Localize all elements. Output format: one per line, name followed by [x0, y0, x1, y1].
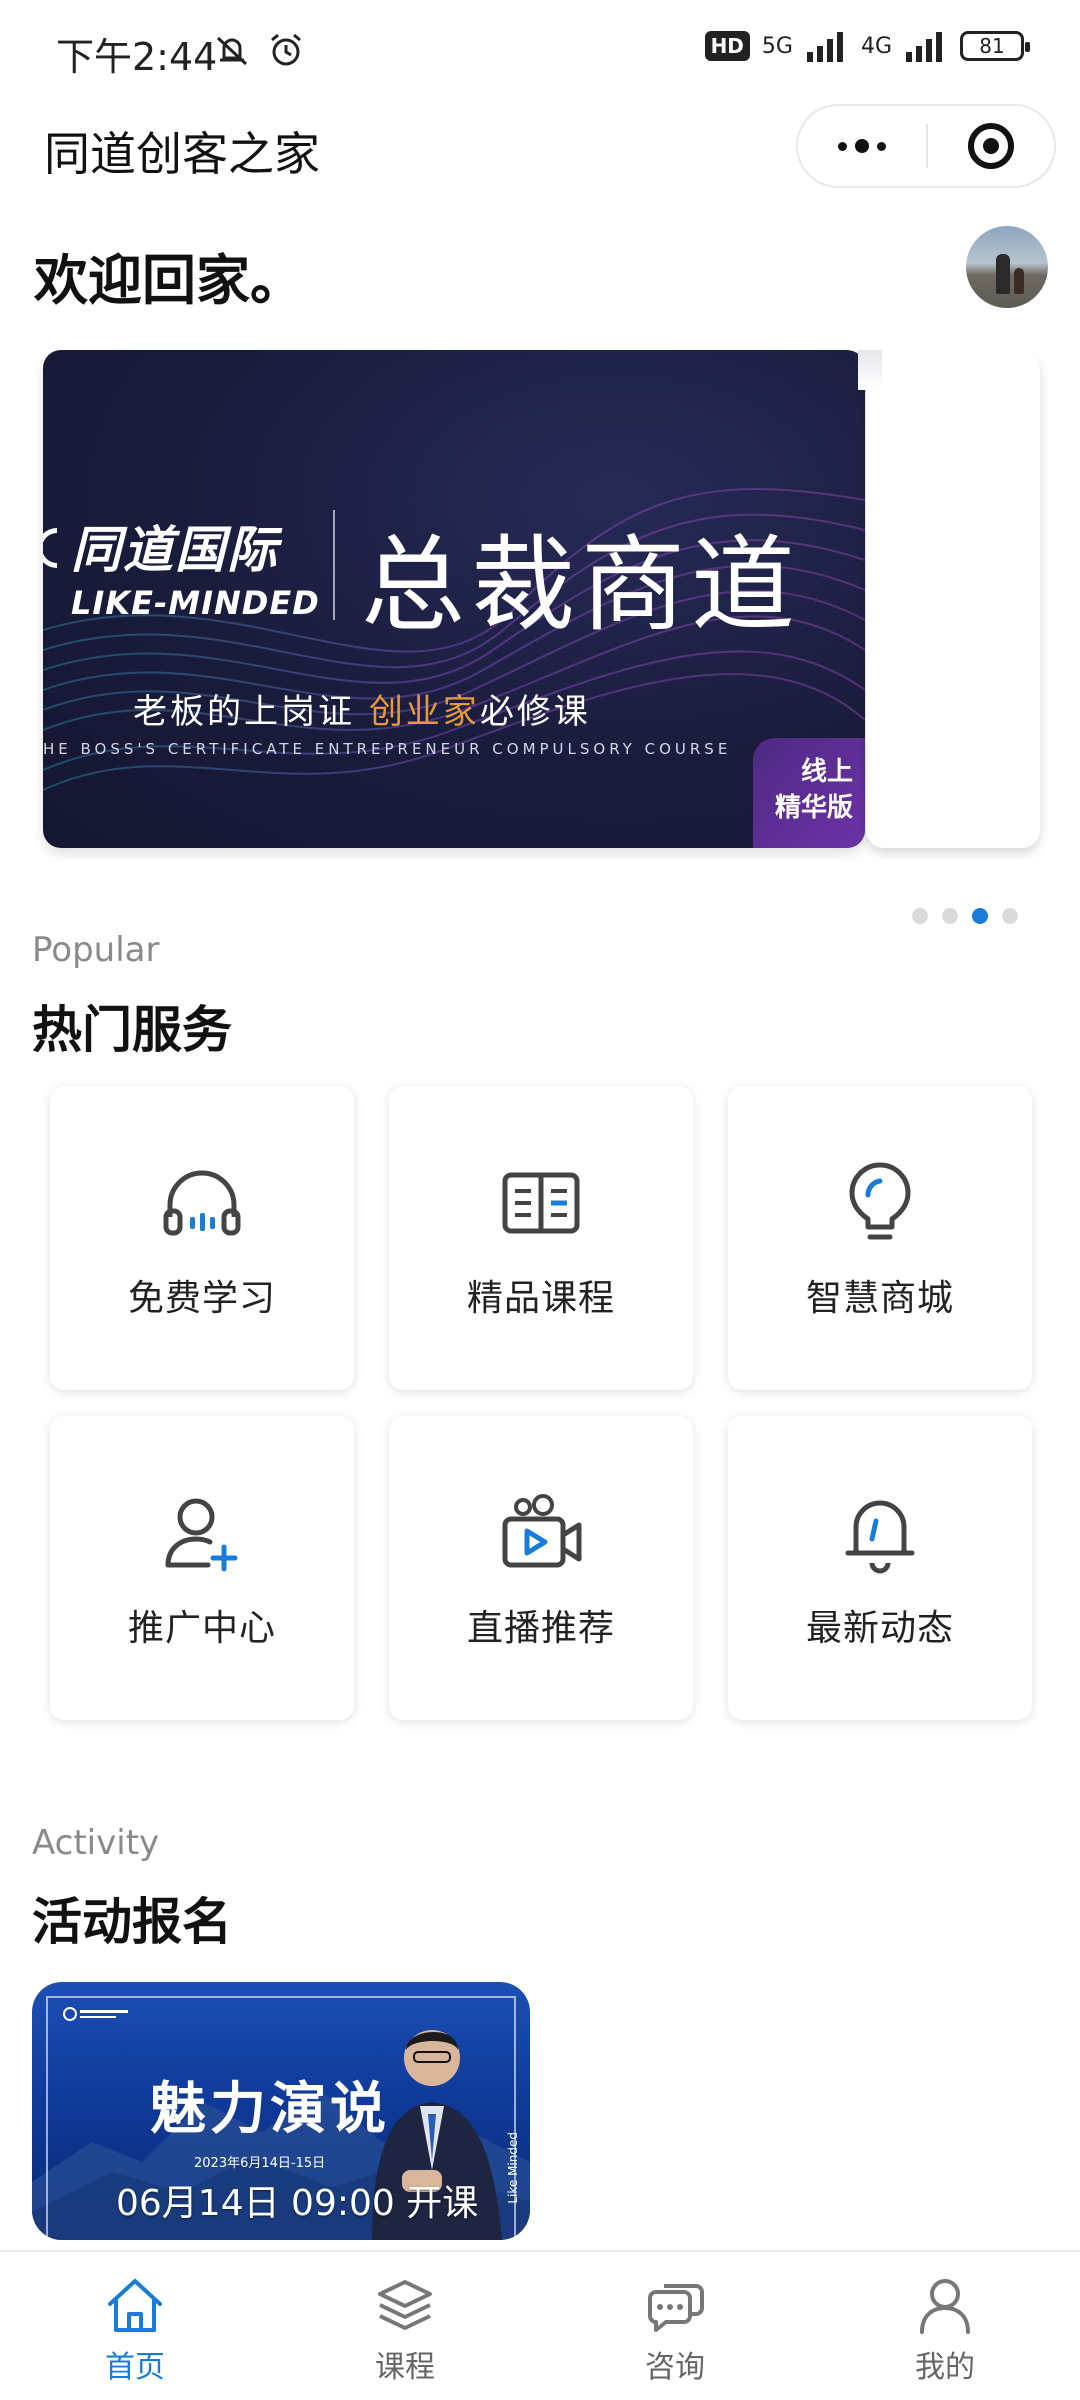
signal-4g-label: 4G — [860, 33, 892, 59]
chat-icon — [648, 2284, 704, 2332]
service-label: 精品课程 — [466, 1278, 615, 1319]
tab-mine[interactable]: 我的 — [810, 2252, 1080, 2400]
carousel-dot-active[interactable] — [972, 908, 988, 924]
more-button[interactable] — [798, 106, 926, 186]
banner-logo-zh: 同道国际 — [71, 521, 279, 579]
banner-next-slide[interactable] — [858, 350, 1040, 848]
tab-label: 课程 — [375, 2350, 435, 2385]
tab-consult[interactable]: 咨询 — [540, 2252, 810, 2400]
activity-date: 2023年6月14日-15日 — [194, 2156, 326, 2171]
banner-divider — [333, 510, 335, 620]
banner-subtitle-pre: 老板的上岗证 — [133, 692, 369, 732]
welcome-heading: 欢迎回家。 — [34, 249, 304, 312]
service-premium-courses[interactable]: 精品课程 — [389, 1086, 693, 1390]
signal-5g-label: 5G — [761, 33, 793, 59]
bell-icon — [845, 1500, 915, 1574]
banner-subtitle-post: 必修课 — [479, 692, 591, 732]
carousel-dot[interactable] — [942, 908, 958, 924]
service-label: 推广中心 — [127, 1608, 276, 1649]
more-dot-icon — [855, 139, 869, 153]
signal-icon — [806, 32, 843, 62]
alarm-icon — [271, 33, 301, 66]
carousel-indicator — [912, 908, 1018, 924]
headphones-icon — [163, 1170, 241, 1236]
banner-tag: 线上 精华版 — [753, 738, 865, 848]
service-smart-mall[interactable]: 智慧商城 — [728, 1086, 1032, 1390]
activity-title: 魅力演说 — [150, 2077, 390, 2142]
user-plus-icon — [165, 1498, 238, 1572]
service-live-recommend[interactable]: 直播推荐 — [389, 1416, 693, 1720]
banner-tag-line1: 线上 — [800, 757, 853, 787]
more-dot-icon — [877, 141, 886, 151]
service-promotion-center[interactable]: 推广中心 — [50, 1416, 354, 1720]
tab-label: 咨询 — [645, 2350, 705, 2385]
popular-section-title: 热门服务 — [32, 1001, 232, 1059]
close-button[interactable] — [928, 106, 1054, 186]
service-grid: 免费学习 精品课程 智慧商城 推广中心 直播推荐 最新动态 — [50, 1086, 1034, 1720]
activity-section-label: Activity — [32, 1823, 160, 1863]
video-camera-icon — [502, 1494, 582, 1568]
app-header: 同道创客之家 — [0, 100, 1080, 210]
activity-side-text: Like Minded — [506, 2132, 520, 2204]
banner-title: 总裁商道 — [361, 524, 802, 646]
tab-label: 我的 — [915, 2350, 975, 2385]
banner-subtitle-highlight: 创业家 — [368, 692, 480, 732]
status-bar: 下午2:44 HD 5G 4G 81 — [0, 0, 1080, 100]
brand-logo-icon — [63, 2007, 128, 2021]
capsule-menu — [796, 104, 1056, 188]
user-icon — [920, 2279, 970, 2334]
signal-icon-2 — [906, 32, 942, 62]
banner-slide[interactable]: 同道国际 LIKE-MINDED 总裁商道 老板的上岗证 创业家必修课 HE B… — [43, 350, 865, 848]
service-label: 免费学习 — [127, 1278, 276, 1319]
activity-card[interactable]: 魅力演说 2023年6月14日-15日 Like Minded 06月14日 0… — [32, 1982, 530, 2240]
tab-courses[interactable]: 课程 — [270, 2252, 540, 2400]
service-label: 智慧商城 — [805, 1278, 954, 1319]
battery-icon: 81 — [960, 31, 1030, 61]
service-label: 直播推荐 — [466, 1608, 615, 1649]
service-label: 最新动态 — [805, 1608, 954, 1649]
popular-section-label: Popular — [32, 930, 160, 970]
activity-section-title: 活动报名 — [32, 1893, 232, 1951]
banner-logo-en: LIKE-MINDED — [71, 584, 320, 622]
bottom-tab-bar: 首页 课程 咨询 我的 — [0, 2250, 1080, 2400]
brand-logo-icon — [43, 528, 57, 568]
activity-logo — [62, 2006, 132, 2026]
more-dot-icon — [838, 141, 847, 151]
banner-subtitle-en: HE BOSS'S CERTIFICATE ENTREPRENEUR COMPU… — [43, 740, 732, 758]
mute-icon — [216, 36, 248, 66]
layers-icon — [378, 2280, 432, 2330]
status-notification-icons — [212, 30, 306, 70]
tab-home[interactable]: 首页 — [0, 2252, 270, 2400]
status-time: 下午2:44 — [56, 35, 218, 79]
service-free-learning[interactable]: 免费学习 — [50, 1086, 354, 1390]
book-icon — [502, 1172, 580, 1234]
close-ring-icon — [967, 123, 1014, 169]
home-icon — [108, 2279, 162, 2332]
status-right: HD 5G 4G 81 — [704, 30, 1030, 62]
lightbulb-icon — [849, 1162, 911, 1240]
page-title: 同道创客之家 — [44, 127, 320, 181]
service-latest-news[interactable]: 最新动态 — [728, 1416, 1032, 1720]
avatar[interactable] — [966, 226, 1048, 308]
banner-tag-line2: 精华版 — [774, 793, 853, 823]
battery-level: 81 — [979, 34, 1005, 58]
carousel-dot[interactable] — [912, 908, 928, 924]
activity-start-time: 06月14日 09:00 开课 — [116, 2183, 479, 2224]
carousel-dot[interactable] — [1002, 908, 1018, 924]
hd-badge: HD — [704, 31, 750, 61]
tab-label: 首页 — [105, 2350, 165, 2385]
banner-carousel[interactable]: 同道国际 LIKE-MINDED 总裁商道 老板的上岗证 创业家必修课 HE B… — [0, 350, 1080, 860]
banner-logo: 同道国际 LIKE-MINDED — [71, 510, 320, 622]
banner-subtitle: 老板的上岗证 创业家必修课 — [133, 684, 591, 733]
